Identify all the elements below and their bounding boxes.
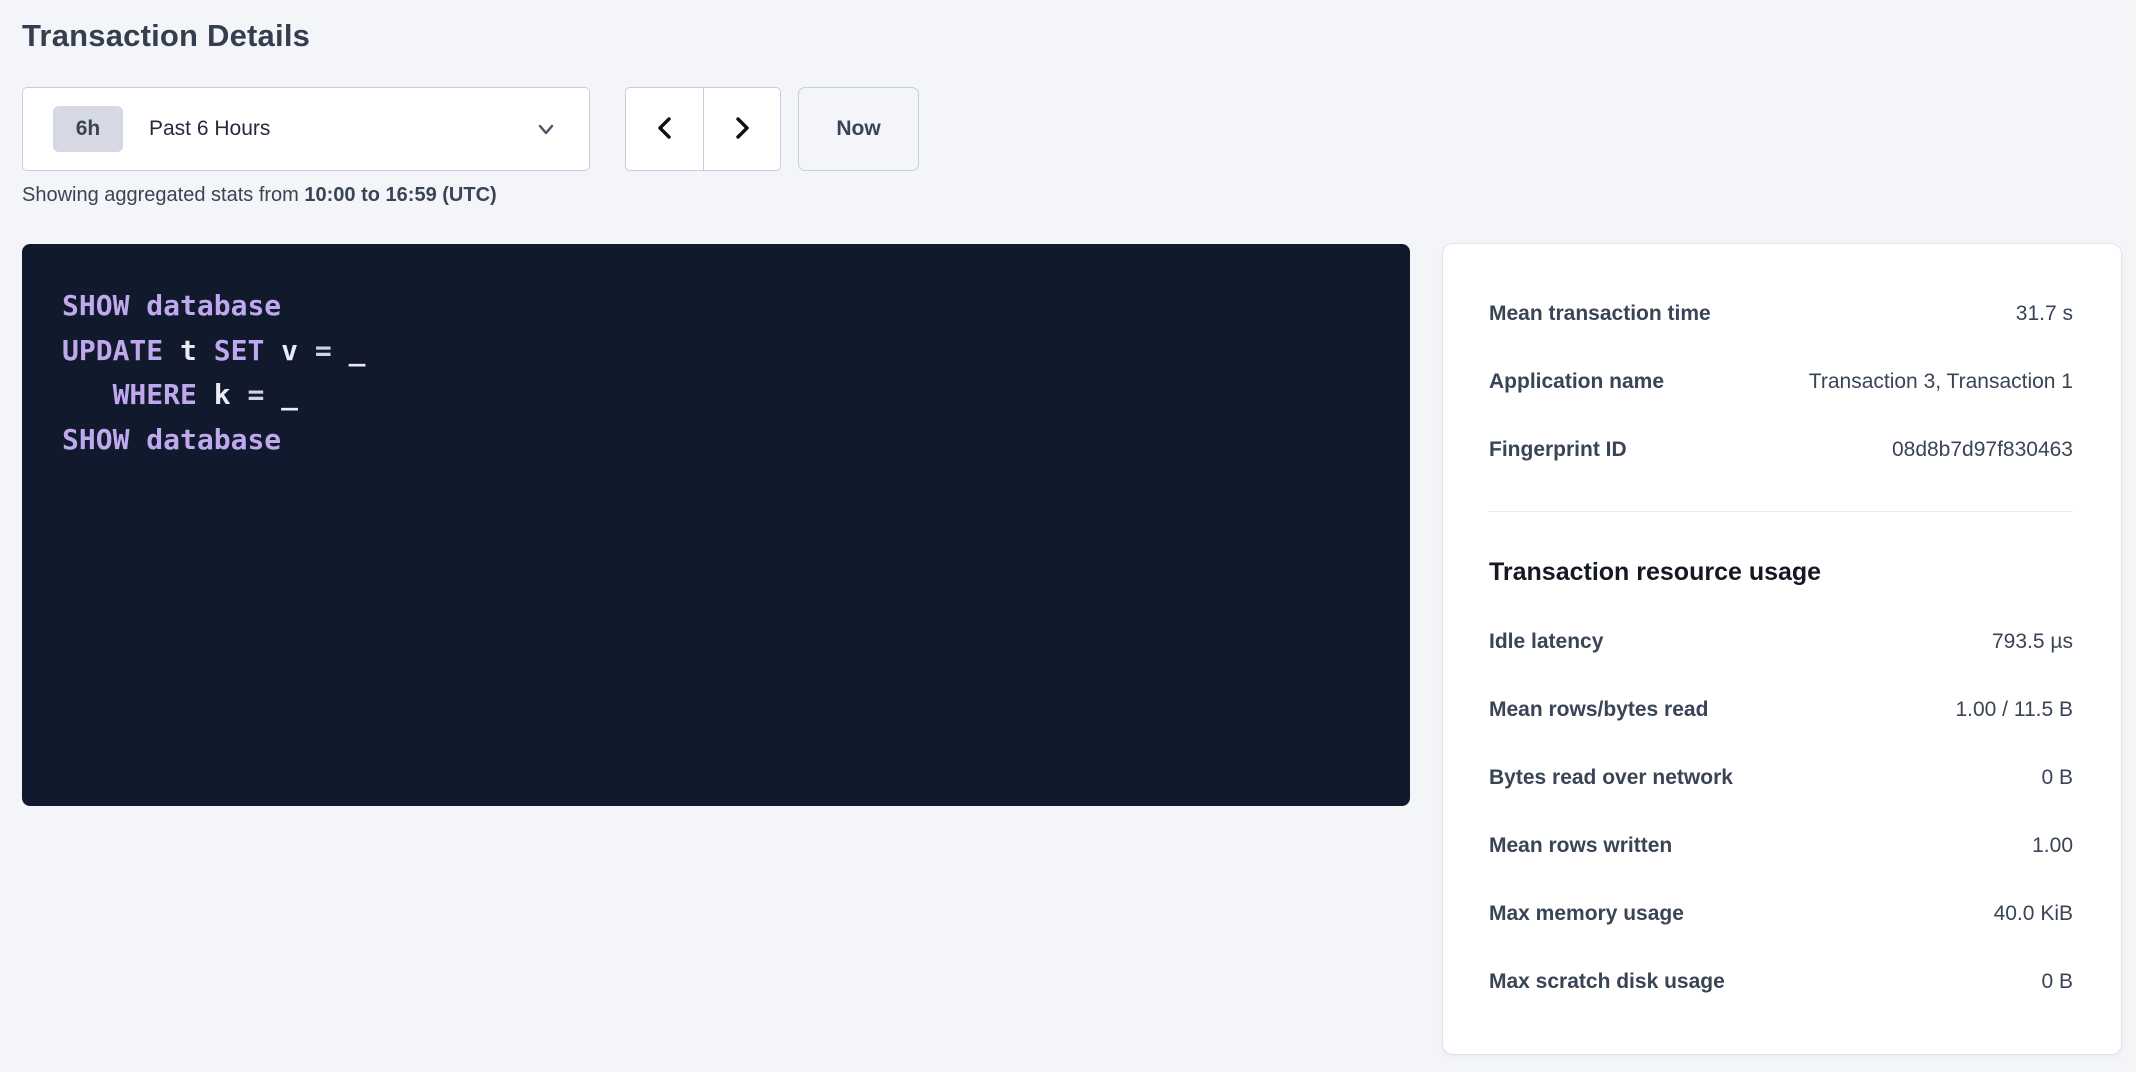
stat-value: 0 B [2041,766,2073,790]
stat-value: 40.0 KiB [1994,902,2073,926]
stat-row: Max memory usage 40.0 KiB [1489,880,2073,948]
main-content: SHOW databaseUPDATE t SET v = _ WHERE k … [22,244,2136,1054]
stat-value: 0 B [2041,970,2073,994]
stat-row: Mean rows written 1.00 [1489,812,2073,880]
stat-value: 1.00 [2032,834,2073,858]
stat-label: Idle latency [1489,630,1623,654]
time-range-badge: 6h [53,106,123,152]
time-range-label: Past 6 Hours [149,117,270,141]
stat-row: Max scratch disk usage 0 B [1489,948,2073,1016]
sql-code: SHOW databaseUPDATE t SET v = _ WHERE k … [62,284,1370,462]
stat-row: Application name Transaction 3, Transacti… [1489,348,2073,416]
stat-label: Mean transaction time [1489,302,1731,326]
stat-value: 1.00 / 11.5 B [1955,698,2073,722]
chevron-left-icon [652,114,678,145]
stat-value: 793.5 µs [1992,630,2073,654]
prev-interval-button[interactable] [625,87,703,171]
next-interval-button[interactable] [703,87,781,171]
stat-value: Transaction 3, Transaction 1 [1809,370,2073,394]
stat-row: Mean rows/bytes read 1.00 / 11.5 B [1489,676,2073,744]
stat-value: 31.7 s [2016,302,2073,326]
stat-row: Bytes read over network 0 B [1489,744,2073,812]
stat-label: Max memory usage [1489,902,1704,926]
sql-line: WHERE k = _ [62,373,1370,418]
resource-usage-heading: Transaction resource usage [1489,557,2073,587]
stat-row: Fingerprint ID 08d8b7d97f830463 [1489,416,2073,484]
stat-row: Idle latency 793.5 µs [1489,608,2073,676]
sql-line: UPDATE t SET v = _ [62,329,1370,374]
sql-line: SHOW database [62,418,1370,463]
stat-label: Fingerprint ID [1489,438,1647,462]
stat-value: 08d8b7d97f830463 [1892,438,2073,462]
time-picker-controls: 6h Past 6 Hours [22,87,2136,171]
page-title: Transaction Details [22,16,2136,56]
now-button[interactable]: Now [798,87,919,171]
stats-subtitle: Showing aggregated stats from 10:00 to 1… [22,184,2136,207]
stats-subtitle-range: 10:00 to 16:59 (UTC) [304,184,496,206]
summary-rows: Mean transaction time 31.7 s Application n… [1489,280,2073,484]
transaction-details-page: Transaction Details 6h Past 6 Hours [0,0,2136,1072]
stat-label: Mean rows written [1489,834,1692,858]
stat-label: Max scratch disk usage [1489,970,1745,994]
stat-label: Application name [1489,370,1684,394]
resource-usage-rows: Idle latency 793.5 µs Mean rows/bytes read… [1489,608,2073,1016]
stat-label: Mean rows/bytes read [1489,698,1728,722]
stat-label: Bytes read over network [1489,766,1753,790]
chevron-down-icon [535,118,557,140]
stat-row: Mean transaction time 31.7 s [1489,280,2073,348]
sql-line: SHOW database [62,284,1370,329]
summary-card: Mean transaction time 31.7 s Application n… [1443,244,2121,1054]
divider [1489,511,2073,512]
time-range-select[interactable]: 6h Past 6 Hours [22,87,590,171]
stats-subtitle-prefix: Showing aggregated stats from [22,184,304,206]
sql-statement-box: SHOW databaseUPDATE t SET v = _ WHERE k … [22,244,1410,806]
chevron-right-icon [729,114,755,145]
interval-nav-group [625,87,781,171]
